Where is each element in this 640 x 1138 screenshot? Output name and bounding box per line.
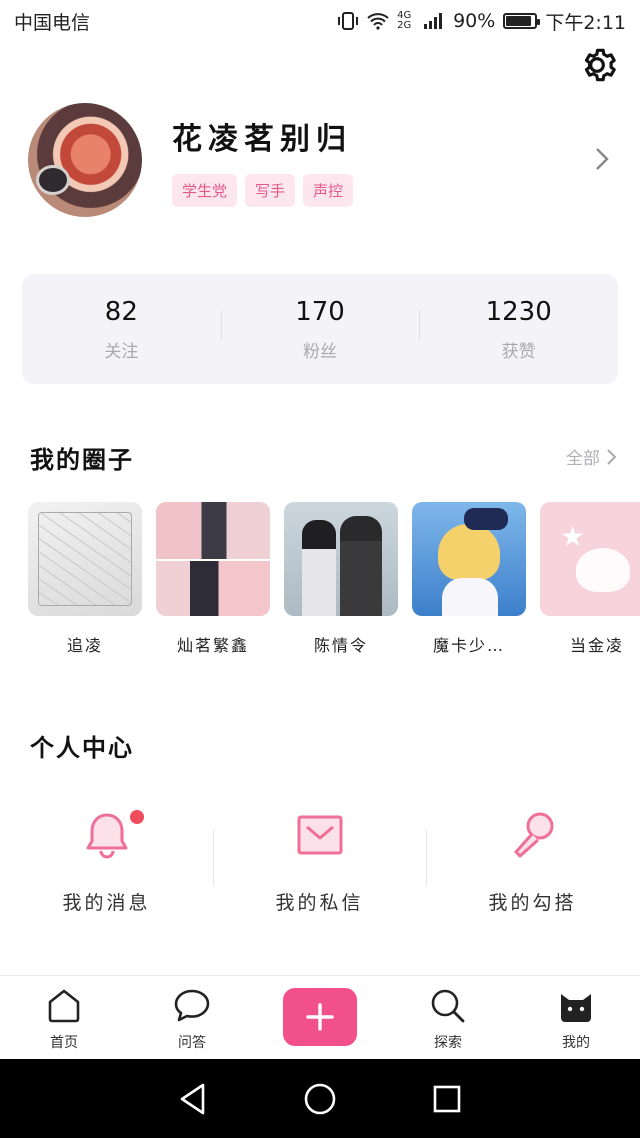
home-nav-icon[interactable] (303, 1082, 337, 1116)
network-label: 4G 2G (397, 10, 412, 31)
stat-likes[interactable]: 1230 获赞 (419, 297, 618, 362)
view-all-label: 全部 (566, 449, 600, 469)
stats-card: 82 关注 170 粉丝 1230 获赞 (22, 274, 618, 384)
profile-tag: 声控 (303, 173, 354, 207)
stat-label: 获赞 (501, 341, 536, 362)
tab-me[interactable]: 我的 (512, 976, 640, 1059)
tab-create[interactable] (256, 976, 384, 1059)
profile-tag: 学生党 (172, 173, 238, 207)
stat-label: 粉丝 (303, 341, 337, 362)
create-post-button[interactable] (283, 988, 357, 1046)
profile-tag: 写手 (245, 173, 296, 207)
center-item-label: 我的私信 (275, 892, 364, 914)
recents-icon[interactable] (432, 1084, 462, 1114)
circle-item[interactable]: 魔卡少… (412, 502, 526, 662)
personal-center-title: 个人中心 (30, 734, 134, 762)
tab-label: 问答 (178, 1035, 206, 1051)
profile-tags: 学生党 写手 声控 (172, 173, 620, 207)
circle-thumbnail (28, 502, 142, 616)
circle-name: 陈情令 (313, 636, 368, 655)
bell-icon (86, 813, 127, 859)
center-item-label: 我的消息 (62, 892, 151, 914)
stat-followers[interactable]: 170 粉丝 (220, 296, 420, 362)
carrier-label: 中国电信 (14, 11, 91, 34)
circle-item[interactable]: ★ 当金凌 (540, 502, 640, 662)
microphone-icon-wrap (426, 800, 639, 870)
profile-header[interactable]: 花凌茗别归 学生党 写手 声控 (28, 102, 620, 218)
battery-percent: 90% (453, 10, 496, 32)
tab-qa[interactable]: 问答 (128, 976, 256, 1059)
envelope-icon (297, 815, 342, 855)
circles-list: 追凌 灿茗繁鑫 陈情令 魔卡少… ★ 当金凌 (28, 502, 640, 662)
notification-dot (130, 810, 144, 824)
plus-icon (306, 1003, 334, 1031)
tab-label: 探索 (434, 1035, 462, 1051)
center-item-label: 我的勾搭 (488, 892, 577, 914)
stat-value: 170 (295, 296, 345, 327)
tab-explore[interactable]: 探索 (384, 976, 512, 1059)
bottom-tab-bar: 首页 问答 探索 我的 (0, 975, 640, 1059)
chevron-right-icon[interactable] (594, 146, 610, 172)
circle-thumbnail (284, 502, 398, 616)
circle-name: 当金凌 (569, 636, 624, 655)
circle-name: 追凌 (66, 636, 103, 655)
settings-button[interactable] (576, 44, 618, 86)
wifi-icon (367, 13, 389, 30)
stat-label: 关注 (104, 341, 139, 362)
status-bar: 中国电信 4G 2G 90% 下午2:11 (0, 0, 640, 42)
stat-value: 82 (104, 296, 138, 327)
vibrate-icon (338, 12, 359, 30)
view-all-circles-link[interactable]: 全部 (566, 444, 618, 469)
bell-icon-wrap (0, 800, 213, 870)
circle-thumbnail (412, 502, 526, 616)
tab-label: 我的 (562, 1035, 590, 1051)
my-hookups-button[interactable]: 我的勾搭 (426, 800, 639, 930)
circle-thumbnail (156, 502, 270, 616)
cat-face-icon (561, 994, 591, 1022)
profile-page: 中国电信 4G 2G 90% 下午2:11 花凌茗别归 学生党 写手 声控 82… (0, 0, 640, 1138)
home-icon (48, 989, 80, 1023)
back-icon[interactable] (178, 1082, 208, 1116)
stat-following[interactable]: 82 关注 (22, 297, 221, 362)
tab-label: 首页 (50, 1035, 78, 1051)
my-messages-button[interactable]: 我的消息 (0, 800, 213, 930)
chat-bubble-icon (174, 989, 210, 1022)
profile-info: 花凌茗别归 学生党 写手 声控 (172, 114, 620, 207)
username: 花凌茗别归 (172, 121, 352, 157)
microphone-icon (514, 812, 553, 858)
system-nav-bar (0, 1059, 640, 1138)
clock: 下午2:11 (545, 11, 626, 34)
battery-icon (503, 13, 541, 29)
signal-icon (424, 13, 443, 29)
circles-title: 我的圈子 (30, 446, 134, 474)
tab-home[interactable]: 首页 (0, 976, 128, 1059)
my-private-messages-button[interactable]: 我的私信 (213, 800, 426, 930)
circle-name: 灿茗繁鑫 (176, 636, 249, 655)
circle-item[interactable]: 追凌 (28, 502, 142, 662)
personal-center-row: 我的消息 我的私信 我的勾搭 (0, 800, 640, 930)
circle-item[interactable]: 灿茗繁鑫 (156, 502, 270, 662)
stat-value: 1230 (485, 296, 552, 327)
status-icons: 4G 2G 90% 下午2:11 (337, 8, 626, 35)
chevron-right-icon (607, 448, 617, 465)
search-icon (431, 989, 465, 1023)
circle-name: 魔卡少… (432, 636, 505, 655)
gear-icon (584, 48, 616, 82)
circle-thumbnail: ★ (540, 502, 640, 616)
envelope-icon-wrap (213, 800, 426, 870)
circle-item[interactable]: 陈情令 (284, 502, 398, 662)
avatar[interactable] (28, 103, 142, 217)
